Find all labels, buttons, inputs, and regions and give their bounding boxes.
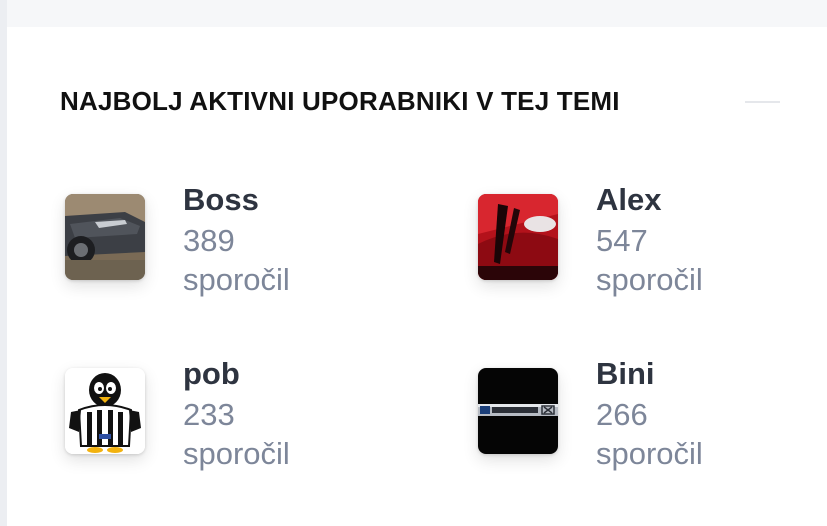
user-name[interactable]: Bini [596,356,655,392]
user-card-bini[interactable]: Bini 266 sporočil [478,356,808,486]
red-car-photo-icon[interactable] [478,194,558,280]
section-title: NAJBOLJ AKTIVNI UPORABNIKI V TEJ TEMI [60,86,620,116]
top-strip [7,0,827,27]
user-name[interactable]: Boss [183,182,259,218]
message-count: 233 [183,397,235,432]
message-count: 266 [596,397,648,432]
user-card-boss[interactable]: Boss 389 sporočil [65,182,395,312]
message-count: 547 [596,223,648,258]
message-unit: sporočil [183,436,290,471]
left-border [0,0,7,526]
user-card-alex[interactable]: Alex 547 sporočil [478,182,808,312]
skyactiv-badge-icon[interactable] [478,368,558,454]
message-count: 389 [183,223,235,258]
message-unit: sporočil [596,262,703,297]
user-name[interactable]: pob [183,356,240,392]
message-unit: sporočil [183,262,290,297]
penguin-icon[interactable] [65,368,145,454]
user-card-pob[interactable]: pob 233 sporočil [65,356,395,486]
user-name[interactable]: Alex [596,182,661,218]
car-photo-icon[interactable] [65,194,145,280]
message-unit: sporočil [596,436,703,471]
heading-divider [745,101,780,103]
